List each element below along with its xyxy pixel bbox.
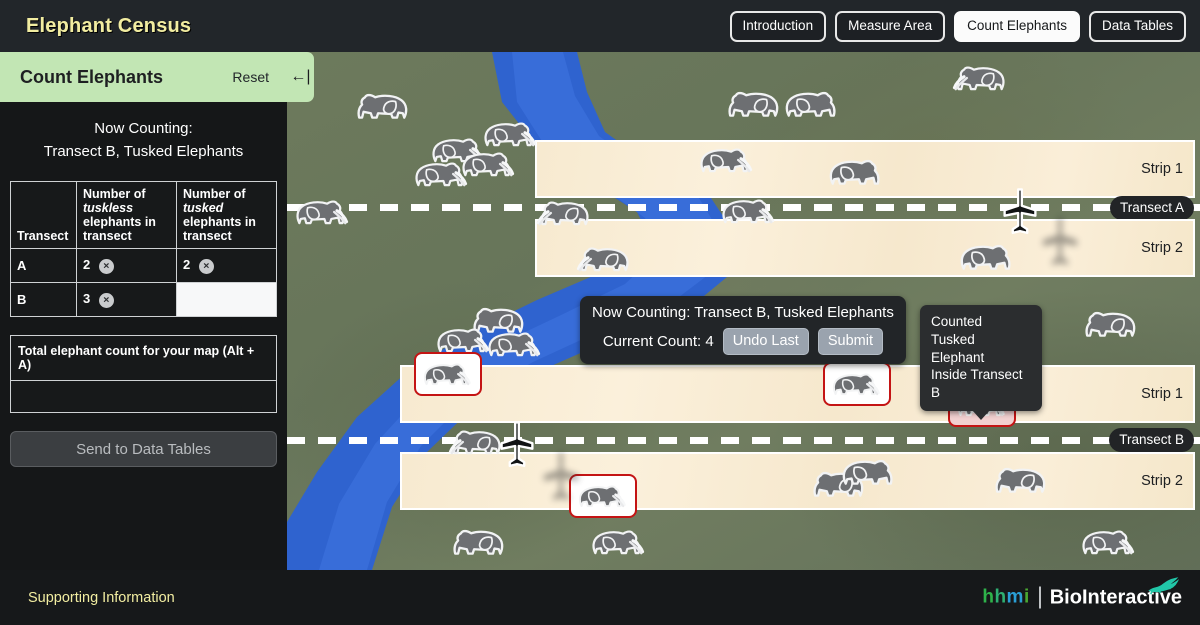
elephant-tusked[interactable] <box>410 154 474 194</box>
header-tuskless-emph: tuskless <box>83 201 134 215</box>
plane-b-icon <box>498 420 536 477</box>
hhmi-wordmark: hhmi <box>982 586 1030 608</box>
counted-elephant-tooltip: Counted Tusked Elephant Inside Transect … <box>920 305 1042 421</box>
header-tuskless: Number of tuskless elephants in transect <box>76 181 177 249</box>
header-tuskless-part-b: elephants in transect <box>83 215 156 243</box>
app-header: Elephant Census Introduction Measure Are… <box>0 0 1200 52</box>
counted-elephant[interactable] <box>414 352 482 396</box>
elephant-tuskless[interactable] <box>837 452 901 492</box>
undo-last-button[interactable]: Undo Last <box>722 328 809 355</box>
tooltip-line-1: Counted <box>931 314 983 329</box>
gecko-icon <box>1148 576 1180 594</box>
elephant-tuskless[interactable] <box>824 152 888 192</box>
elephant-tusked[interactable] <box>717 191 781 231</box>
current-count-label: Current Count: 4 <box>602 333 714 350</box>
app-footer: Supporting Information hhmi BioInteracti… <box>0 570 1200 625</box>
strip-label: Strip 1 <box>1141 161 1183 177</box>
tab-count-elephants[interactable]: Count Elephants <box>954 11 1080 42</box>
reset-button[interactable]: Reset <box>232 69 269 85</box>
strip-label: Strip 2 <box>1141 473 1183 489</box>
row-b-tuskless[interactable]: 3 × <box>76 282 177 317</box>
now-counting-label: Now Counting: <box>94 120 193 137</box>
header-transect: Transect <box>10 181 77 249</box>
sidebar-header: Count Elephants Reset <box>0 52 287 102</box>
elephant-tusked[interactable] <box>530 193 594 233</box>
clear-icon[interactable]: × <box>98 292 114 308</box>
total-count-box: Total elephant count for your map (Alt +… <box>10 335 277 413</box>
collapse-sidebar-icon[interactable]: ←| <box>287 52 314 102</box>
row-b-transect: B <box>10 282 77 317</box>
header-tuskless-part-a: Number of <box>83 187 146 201</box>
map-canvas[interactable]: Strip 1 Transect A Strip 2 Strip 1 Trans… <box>287 52 1200 570</box>
count-panel-status: Now Counting: Transect B, Tusked Elephan… <box>592 304 894 321</box>
elephant-tusked[interactable] <box>483 324 547 364</box>
transect-count-table: Transect Number of tuskless elephants in… <box>10 181 277 317</box>
send-to-data-tables-button[interactable]: Send to Data Tables <box>10 431 277 467</box>
tooltip-line-2: Tusked Elephant <box>931 331 985 365</box>
transect-a-strip-2: Strip 2 <box>535 219 1195 277</box>
elephant-tusked[interactable] <box>479 114 543 154</box>
now-counting-value: Transect B, Tusked Elephants <box>43 142 244 160</box>
clear-icon[interactable]: × <box>98 258 114 274</box>
strip-label: Strip 2 <box>1141 240 1183 256</box>
elephant-tuskless[interactable] <box>780 84 844 124</box>
elephant-tusked[interactable] <box>1077 522 1141 562</box>
strip-label: Strip 1 <box>1141 386 1183 402</box>
submit-button[interactable]: Submit <box>817 328 883 355</box>
tab-introduction[interactable]: Introduction <box>729 11 827 42</box>
elephant-tuskless[interactable] <box>720 84 784 124</box>
row-a-tusked-value: 2 <box>183 257 191 273</box>
elephant-tuskless[interactable] <box>445 522 509 562</box>
elephant-tuskless[interactable] <box>1077 304 1141 344</box>
row-a-tusked[interactable]: 2 × <box>176 248 277 283</box>
app-root: Elephant Census Introduction Measure Are… <box>0 0 1200 625</box>
clear-icon[interactable]: × <box>198 258 214 274</box>
elephant-tusked[interactable] <box>442 422 506 462</box>
tooltip-arrow-icon <box>972 410 990 421</box>
tab-data-tables[interactable]: Data Tables <box>1088 11 1186 42</box>
header-tusked-part-a: Number of <box>183 187 246 201</box>
logo-divider <box>1038 586 1041 609</box>
count-control-panel: Now Counting: Transect B, Tusked Elephan… <box>580 296 906 364</box>
header-tusked-emph: tusked <box>183 201 224 215</box>
row-a-tuskless-value: 2 <box>83 257 91 273</box>
table-row: B 3 × <box>10 282 277 317</box>
elephant-tusked[interactable] <box>291 192 355 232</box>
hhmi-biointeractive-logo[interactable]: hhmi BioInteractive <box>982 576 1182 609</box>
elephant-tusked[interactable] <box>695 140 759 180</box>
count-sidebar: Count Elephants Reset Now Counting: Tran… <box>0 52 287 570</box>
total-count-value[interactable] <box>11 380 276 412</box>
table-row: A 2 × 2 × <box>10 248 277 283</box>
header-tusked: Number of tusked elephants in transect <box>176 181 277 249</box>
elephant-tusked[interactable] <box>587 522 651 562</box>
counted-elephant[interactable] <box>823 362 891 406</box>
row-a-transect: A <box>10 248 77 283</box>
elephant-tuskless[interactable] <box>987 460 1051 500</box>
now-counting-block: Now Counting: Transect B, Tusked Elephan… <box>0 102 287 175</box>
transect-b-line <box>287 437 1200 444</box>
plane-a-icon <box>1001 187 1039 244</box>
supporting-information-link[interactable]: Supporting Information <box>28 590 175 606</box>
tooltip-line-3: Inside Transect B <box>931 367 1023 401</box>
transect-b-pill: Transect B <box>1109 428 1194 452</box>
plane-b-shadow <box>540 450 582 511</box>
total-count-label: Total elephant count for your map (Alt +… <box>18 344 255 372</box>
plane-a-shadow <box>1039 215 1081 276</box>
nav-tabs: Introduction Measure Area Count Elephant… <box>729 11 1186 42</box>
transect-a-pill: Transect A <box>1109 196 1194 220</box>
elephant-tuskless[interactable] <box>349 86 413 126</box>
header-tusked-part-b: elephants in transect <box>183 215 256 243</box>
table-header-row: Transect Number of tuskless elephants in… <box>10 181 277 249</box>
row-b-tusked[interactable] <box>176 282 277 317</box>
elephant-tusked[interactable] <box>946 58 1010 98</box>
row-a-tuskless[interactable]: 2 × <box>76 248 177 283</box>
transect-b-strip-1: Strip 1 <box>400 365 1195 423</box>
row-b-tuskless-value: 3 <box>83 291 91 307</box>
page-title: Elephant Census <box>26 14 192 37</box>
tab-measure-area[interactable]: Measure Area <box>835 11 946 42</box>
elephant-tusked[interactable] <box>570 239 634 279</box>
sidebar-title: Count Elephants <box>20 66 163 87</box>
